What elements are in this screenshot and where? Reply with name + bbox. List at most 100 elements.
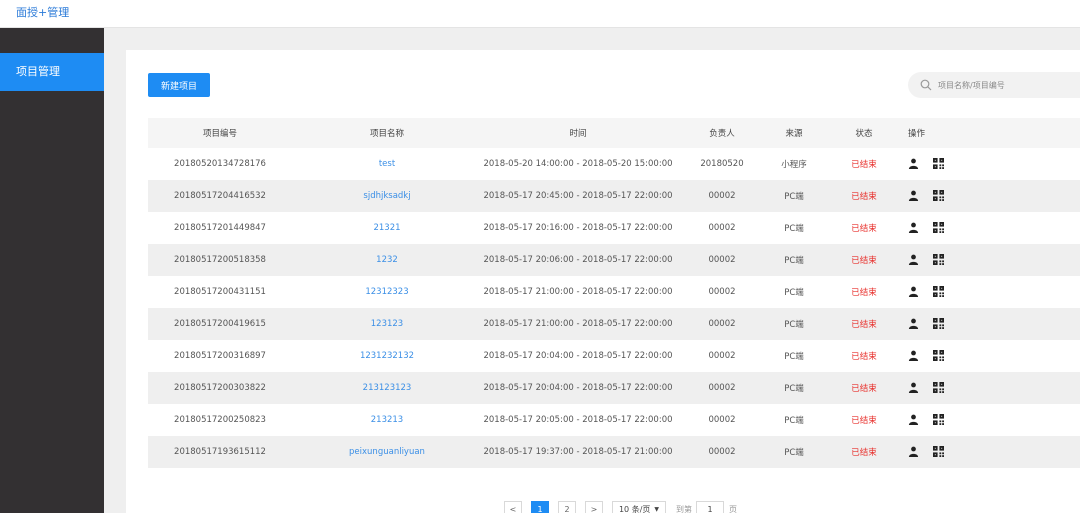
brand-link[interactable]: 面授+管理 [16, 4, 69, 20]
cell-time: 2018-05-17 20:16:00 - 2018-05-17 22:00:0… [483, 223, 673, 233]
cell-owner: 00002 [708, 255, 736, 265]
user-icon[interactable] [908, 414, 919, 426]
page-2-button[interactable]: 2 [558, 500, 576, 513]
cell-time: 2018-05-17 19:37:00 - 2018-05-17 21:00:0… [483, 447, 673, 457]
next-page-button[interactable]: > [585, 500, 603, 513]
user-icon[interactable] [908, 254, 919, 266]
project-name-link[interactable]: test [379, 159, 395, 169]
user-icon[interactable] [908, 382, 919, 394]
column-header-id: 项目编号 [202, 129, 237, 139]
cell-project-id: 20180517200303822 [174, 383, 266, 393]
cell-actions [908, 212, 958, 244]
caret-down-icon: ▼ [654, 505, 660, 513]
project-name-link[interactable]: 213213 [371, 415, 403, 425]
pagination: < 1 2 > 10 条/页 ▼ 到第 页 [504, 500, 741, 513]
table-row: 20180517200303822 213123123 2018-05-17 20:… [148, 372, 1080, 404]
qrcode-icon[interactable] [933, 222, 944, 234]
project-name-link[interactable]: 21321 [373, 223, 400, 233]
status-badge: 已结束 [851, 256, 877, 266]
user-icon[interactable] [908, 158, 919, 170]
cell-project-id: 20180517200250823 [174, 415, 266, 425]
goto-label: 到第 [676, 504, 692, 513]
search-icon[interactable] [920, 79, 932, 91]
cell-source: PC端 [784, 192, 804, 202]
qrcode-icon[interactable] [933, 158, 944, 170]
cell-owner: 00002 [708, 383, 736, 393]
status-badge: 已结束 [851, 160, 877, 170]
qrcode-icon[interactable] [933, 254, 944, 266]
search-input[interactable] [938, 76, 1080, 94]
page-suffix-label: 页 [729, 504, 737, 513]
prev-page-button[interactable]: < [504, 500, 522, 513]
cell-actions [908, 148, 958, 180]
cell-status: 已结束 [838, 404, 890, 436]
goto-page-input[interactable] [696, 500, 724, 513]
cell-project-name: 1231232132 [318, 340, 456, 372]
cell-source: 小程序 [781, 160, 807, 170]
project-name-link[interactable]: 1232 [376, 255, 398, 265]
qrcode-icon[interactable] [933, 286, 944, 298]
project-name-link[interactable]: 1231232132 [360, 351, 414, 361]
page-1-button[interactable]: 1 [531, 500, 549, 513]
cell-status: 已结束 [838, 276, 890, 308]
cell-owner: 00002 [708, 415, 736, 425]
cell-source: PC端 [784, 448, 804, 458]
cell-project-id: 20180517200518358 [174, 255, 266, 265]
cell-actions [908, 180, 958, 212]
qrcode-icon[interactable] [933, 350, 944, 362]
project-name-link[interactable]: 213123123 [363, 383, 412, 393]
cell-time: 2018-05-17 20:06:00 - 2018-05-17 22:00:0… [483, 255, 673, 265]
column-header-actions: 操作 [908, 129, 926, 139]
page-size-value: 10 条/页 [618, 504, 651, 513]
cell-owner: 00002 [708, 447, 736, 457]
user-icon[interactable] [908, 286, 919, 298]
qrcode-icon[interactable] [933, 414, 944, 426]
table-row: 20180517200518358 1232 2018-05-17 20:06:00… [148, 244, 1080, 276]
table-row: 20180517200419615 123123 2018-05-17 21:00:… [148, 308, 1080, 340]
user-icon[interactable] [908, 350, 919, 362]
cell-time: 2018-05-20 14:00:00 - 2018-05-20 15:00:0… [483, 159, 673, 169]
cell-time: 2018-05-17 20:04:00 - 2018-05-17 22:00:0… [483, 351, 673, 361]
cell-project-id: 20180517200316897 [174, 351, 266, 361]
status-badge: 已结束 [851, 224, 877, 234]
cell-source: PC端 [784, 224, 804, 234]
table-row: 20180520134728176 test 2018-05-20 14:00:00… [148, 148, 1080, 180]
user-icon[interactable] [908, 222, 919, 234]
cell-actions [908, 244, 958, 276]
status-badge: 已结束 [851, 448, 877, 458]
cell-status: 已结束 [838, 212, 890, 244]
cell-source: PC端 [784, 320, 804, 330]
qrcode-icon[interactable] [933, 190, 944, 202]
qrcode-icon[interactable] [933, 446, 944, 458]
project-name-link[interactable]: peixunguanliyuan [349, 447, 425, 457]
user-icon[interactable] [908, 190, 919, 202]
cell-status: 已结束 [838, 148, 890, 180]
table-row: 20180517193615112 peixunguanliyuan 2018-05… [148, 436, 1080, 468]
qrcode-icon[interactable] [933, 382, 944, 394]
user-icon[interactable] [908, 318, 919, 330]
cell-project-name: 213123123 [318, 372, 456, 404]
qrcode-icon[interactable] [933, 318, 944, 330]
cell-status: 已结束 [838, 436, 890, 468]
cell-project-id: 20180517200431151 [174, 287, 266, 297]
project-name-link[interactable]: 123123 [371, 319, 403, 329]
cell-actions [908, 340, 958, 372]
user-icon[interactable] [908, 446, 919, 458]
sidebar-item-project-management[interactable]: 项目管理 [0, 53, 104, 91]
cell-actions [908, 308, 958, 340]
project-name-link[interactable]: sjdhjksadkj [363, 191, 410, 201]
cell-actions [908, 436, 958, 468]
status-badge: 已结束 [851, 352, 877, 362]
cell-owner: 20180520 [700, 159, 744, 169]
new-project-button[interactable]: 新建项目 [148, 73, 210, 97]
cell-source: PC端 [784, 384, 804, 394]
cell-project-name: 123123 [318, 308, 456, 340]
cell-source: PC端 [784, 256, 804, 266]
table-header: 项目编号 项目名称 时间 负责人 来源 状态 操作 [148, 118, 1080, 148]
cell-project-id: 20180517200419615 [174, 319, 266, 329]
project-name-link[interactable]: 12312323 [365, 287, 408, 297]
page-size-select[interactable]: 10 条/页 ▼ [612, 500, 666, 513]
cell-source: PC端 [784, 288, 804, 298]
cell-time: 2018-05-17 20:04:00 - 2018-05-17 22:00:0… [483, 383, 673, 393]
cell-status: 已结束 [838, 180, 890, 212]
